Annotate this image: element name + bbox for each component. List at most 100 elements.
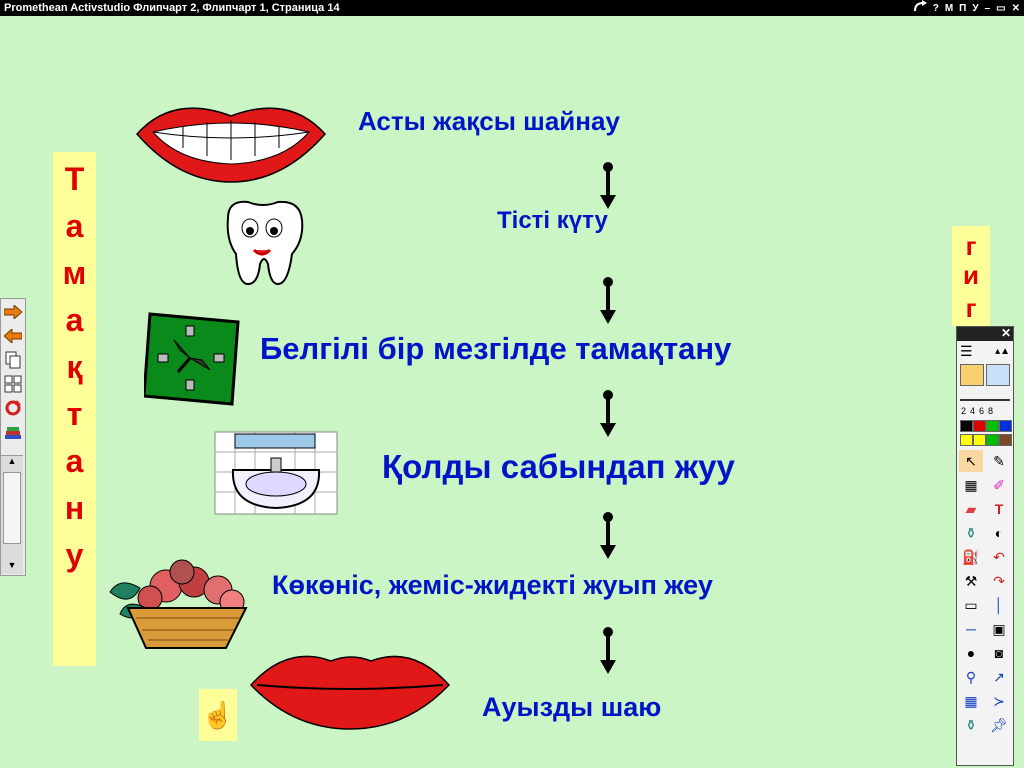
color-swatch-brown[interactable] [999, 434, 1012, 446]
pushpin-tool-icon[interactable]: 📌︎ [987, 714, 1011, 736]
magic-ink-icon[interactable]: ◐ [987, 522, 1011, 544]
banner-letter: а [65, 302, 84, 338]
pen-width-2[interactable]: 2 [961, 406, 966, 416]
step-4-text: Қолды сабындап жуу [382, 448, 735, 485]
banner-letter: қ [66, 349, 83, 385]
tooth-picture [226, 200, 304, 286]
restore-button[interactable]: ▭ [996, 1, 1005, 17]
menu-u-button[interactable]: У [972, 1, 978, 17]
banner-letter: Т [64, 161, 85, 197]
color-palette [957, 418, 1013, 448]
banner-letter: т [66, 396, 83, 432]
ink-bottle-icon[interactable]: ⚱ [959, 522, 983, 544]
close-button[interactable]: ✕ [1012, 1, 1020, 17]
down-arrow-icon [600, 627, 616, 674]
step-6-text: Ауызды шаю [482, 692, 662, 722]
next-page-arrow-icon[interactable] [2, 301, 24, 323]
toolbox-header[interactable]: ✕ [957, 326, 1013, 341]
menu-m-button[interactable]: М [945, 1, 953, 17]
right-vertical-banner: г и г [952, 226, 990, 326]
smiling-mouth-picture [135, 107, 327, 183]
down-arrow-icon [600, 277, 616, 324]
down-arrow-icon [600, 162, 616, 209]
left-vertical-banner: Т а м а қ т а н у [53, 152, 96, 666]
redo-icon[interactable]: ↷ [987, 570, 1011, 592]
hammer-tool-icon[interactable]: ⚒ [959, 570, 983, 592]
sink-picture [214, 431, 338, 515]
color-swatch-yellow[interactable] [960, 434, 973, 446]
banner-letter: и [963, 260, 979, 290]
pen-tool-icon[interactable]: ✎ [987, 450, 1011, 472]
step-3-text: Белгілі бір мезгілде тамақтану [260, 331, 732, 366]
banner-letter: а [65, 208, 84, 244]
tool-grid: ↖ ✎ ▦ ✐ ▰ T ⚱ ◐ ⛽ ↶ ⚒ ↷ ▭ │ ─ ▣ ● ◙ ⚲ ↗ … [957, 448, 1013, 738]
pen-width-slider[interactable] [960, 391, 1010, 401]
color-swatch-red[interactable] [973, 420, 986, 432]
scroll-down-icon[interactable]: ▼ [1, 560, 23, 574]
banner-letter: у [65, 537, 84, 573]
color-swatch-blue[interactable] [999, 420, 1012, 432]
pin-toolbox-icon[interactable]: ▴▲ [995, 346, 1010, 357]
previous-page-arrow-icon[interactable] [2, 325, 24, 347]
banner-letter: г [965, 231, 977, 261]
page-sorter-icon[interactable] [2, 373, 24, 395]
banner-letter: м [62, 255, 87, 291]
minimize-button[interactable]: – [985, 1, 991, 17]
eraser-tool-icon[interactable]: ▰ [959, 498, 983, 520]
camera-tool-icon[interactable]: ▣ [987, 618, 1011, 640]
scroll-up-icon[interactable]: ▲ [1, 456, 23, 470]
spotlight-tool-icon[interactable]: ● [959, 642, 983, 664]
desktop-mode-icon[interactable] [986, 364, 1010, 386]
color-swatch-black[interactable] [960, 420, 973, 432]
pen-width-8[interactable]: 8 [988, 406, 993, 416]
line-tool-icon[interactable]: │ [987, 594, 1011, 616]
tools-palette: ✕ ☰ ▴▲ 2 4 6 8 ↖ ✎ ▦ ✐ ▰ T ⚱ ◐ ⛽ ↶ ⚒ ↷ ▭… [956, 326, 1014, 766]
camera-snapshot-icon[interactable]: ◙ [987, 642, 1011, 664]
flipchart-mode-icon[interactable] [960, 364, 984, 386]
page-navigation-toolbar: ▲ ▼ [0, 298, 26, 576]
step-2-text: Тісті күту [497, 207, 608, 234]
highlighter-tool-icon[interactable]: ✐ [987, 474, 1011, 496]
step-1-text: Асты жақсы шайнау [358, 106, 620, 136]
down-arrow-icon [600, 390, 616, 437]
shape-tool-icon[interactable]: ≻ [987, 690, 1011, 712]
down-arrow-icon [600, 512, 616, 559]
fill-tool-icon[interactable]: ⛽ [959, 546, 983, 568]
help-button[interactable]: ? [933, 1, 939, 17]
color-swatch-green[interactable] [986, 420, 999, 432]
scroll-thumb[interactable] [3, 472, 21, 544]
connector-tool-icon[interactable]: ⚲ [959, 666, 983, 688]
note-tool-icon[interactable]: ▭ [959, 594, 983, 616]
banner-letter: а [65, 443, 84, 479]
title-bar: Promethean Activstudio Флипчарт 2, Флипч… [0, 0, 1024, 16]
spray-tool-icon[interactable]: ⚱ [959, 714, 983, 736]
window-title: Promethean Activstudio Флипчарт 2, Флипч… [4, 2, 340, 14]
banner-letter: г [965, 293, 977, 323]
page-organizer-icon[interactable] [2, 349, 24, 371]
fruit-basket-picture [109, 559, 248, 649]
lips-picture [249, 655, 451, 730]
step-5-text: Көкөніс, жеміс-жидекті жуып жеу [272, 570, 713, 600]
banner-letter: н [64, 490, 85, 526]
left-scrollbar[interactable]: ▲ ▼ [1, 455, 23, 574]
pen-width-6[interactable]: 6 [979, 406, 984, 416]
menu-icon[interactable]: ☰ [960, 343, 973, 360]
flipchart-page: Т а м а қ т а н у г и г Асты жақсы шайна… [0, 16, 1024, 768]
resource-library-icon[interactable] [2, 421, 24, 443]
pen-width-labels: 2 4 6 8 [957, 404, 1013, 418]
pen-width-4[interactable]: 4 [970, 406, 975, 416]
color-swatch-yellow-2[interactable] [973, 434, 986, 446]
refresh-icon[interactable] [2, 397, 24, 419]
page-sorter-tool-icon[interactable]: ▦ [959, 474, 983, 496]
menu-p-button[interactable]: П [959, 1, 966, 17]
undo-icon[interactable]: ↶ [987, 546, 1011, 568]
color-swatch-green-2[interactable] [986, 434, 999, 446]
select-tool-icon[interactable]: ↖ [959, 450, 983, 472]
arrow-tool-icon[interactable]: ↗ [987, 666, 1011, 688]
pointing-hand-icon[interactable]: ☝ [199, 689, 237, 741]
grid-tool-icon[interactable]: ▦ [959, 690, 983, 712]
text-tool-icon[interactable]: T [987, 498, 1011, 520]
clock-picture [144, 312, 240, 406]
close-toolbox-icon[interactable]: ✕ [1001, 326, 1011, 340]
horizontal-line-icon[interactable]: ─ [959, 618, 983, 640]
